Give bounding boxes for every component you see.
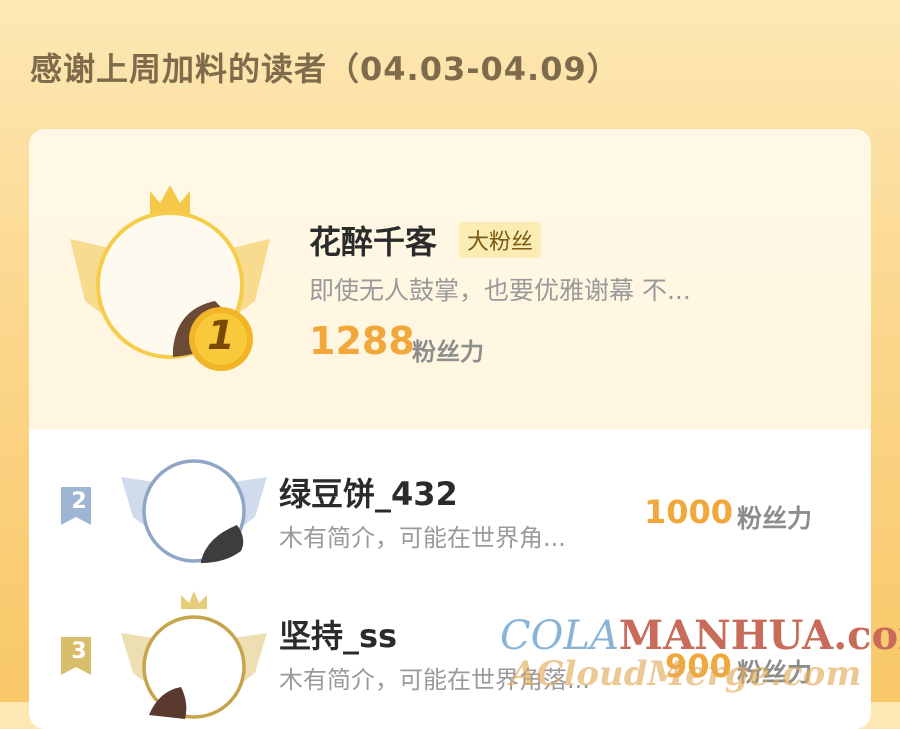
list-item[interactable]: 2 绿豆饼_432 木有简介，可能在世界角... 1000 粉丝力 [29,439,871,579]
reader-bio: 即使无人鼓掌，也要优雅谢幕 不... [309,276,691,305]
rank-number: 3 [71,639,87,664]
reader-name[interactable]: 坚持_ss [279,611,397,657]
top-reader-section[interactable]: 1 花醉千客 大粉丝 即使无人鼓掌，也要优雅谢幕 不... 1288 粉丝力 [29,129,871,429]
fan-level-badge: 大粉丝 [459,222,542,258]
page-title: 感谢上周加料的读者（04.03-04.09） [30,50,620,88]
reader-name[interactable]: 花醉千客 [309,217,437,263]
rank-number: 2 [71,489,87,514]
fan-power-value: 1288 [309,319,415,363]
crown-icon [181,591,207,609]
silver-avatar-frame [121,459,267,563]
watermark-line-2: ACloudMerge.com [510,654,862,694]
fan-power-value: 1000 [644,493,734,531]
watermark-line-1: COLAMANHUA.com [500,612,900,659]
reader-bio: 木有简介，可能在世界角... [279,524,566,552]
reader-name[interactable]: 绿豆饼_432 [279,469,458,515]
fan-power-label: 粉丝力 [412,338,484,366]
bronze-avatar-frame [121,591,267,719]
fan-power-label: 粉丝力 [737,504,813,533]
rank-number: 1 [207,313,235,359]
